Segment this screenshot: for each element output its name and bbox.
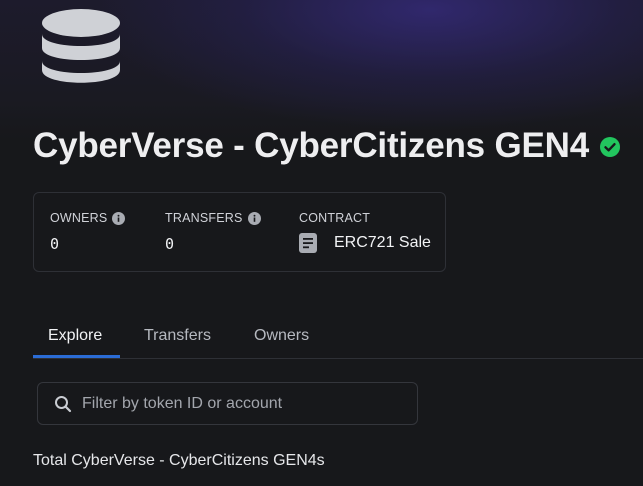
info-icon[interactable] [112,211,126,225]
owners-stat: OWNERS 0 [50,211,126,253]
search-input[interactable] [82,394,382,413]
tab-explore[interactable]: Explore [48,327,102,345]
contract-link[interactable]: ERC721 Sale [299,233,431,253]
transfers-label: TRANSFERS [165,211,243,225]
database-stack-icon [42,9,120,83]
document-icon [299,233,317,253]
transfers-value: 0 [165,235,175,253]
transfers-stat: TRANSFERS 0 [165,211,261,253]
active-tab-indicator [33,355,120,358]
info-icon[interactable] [247,211,261,225]
page-title: CyberVerse - CyberCitizens GEN4 [33,126,589,165]
stats-card: OWNERS 0 TRANSFERS 0 CONTRACT ERC721 Sal… [33,192,446,272]
contract-stat: CONTRACT ERC721 Sale [299,211,431,253]
total-count-label: Total CyberVerse - CyberCitizens GEN4s [33,452,325,469]
collection-header: CyberVerse - CyberCitizens GEN4 [33,126,620,166]
search-box[interactable] [37,382,418,425]
verified-check-icon [599,137,620,157]
owners-value: 0 [50,235,60,253]
tab-bar: Explore Transfers Owners [33,318,643,359]
owners-label: OWNERS [50,211,108,225]
search-icon [55,395,72,412]
contract-label: CONTRACT [299,211,371,225]
contract-value: ERC721 Sale [334,234,431,251]
tab-owners[interactable]: Owners [254,327,309,345]
tab-transfers[interactable]: Transfers [144,327,211,345]
